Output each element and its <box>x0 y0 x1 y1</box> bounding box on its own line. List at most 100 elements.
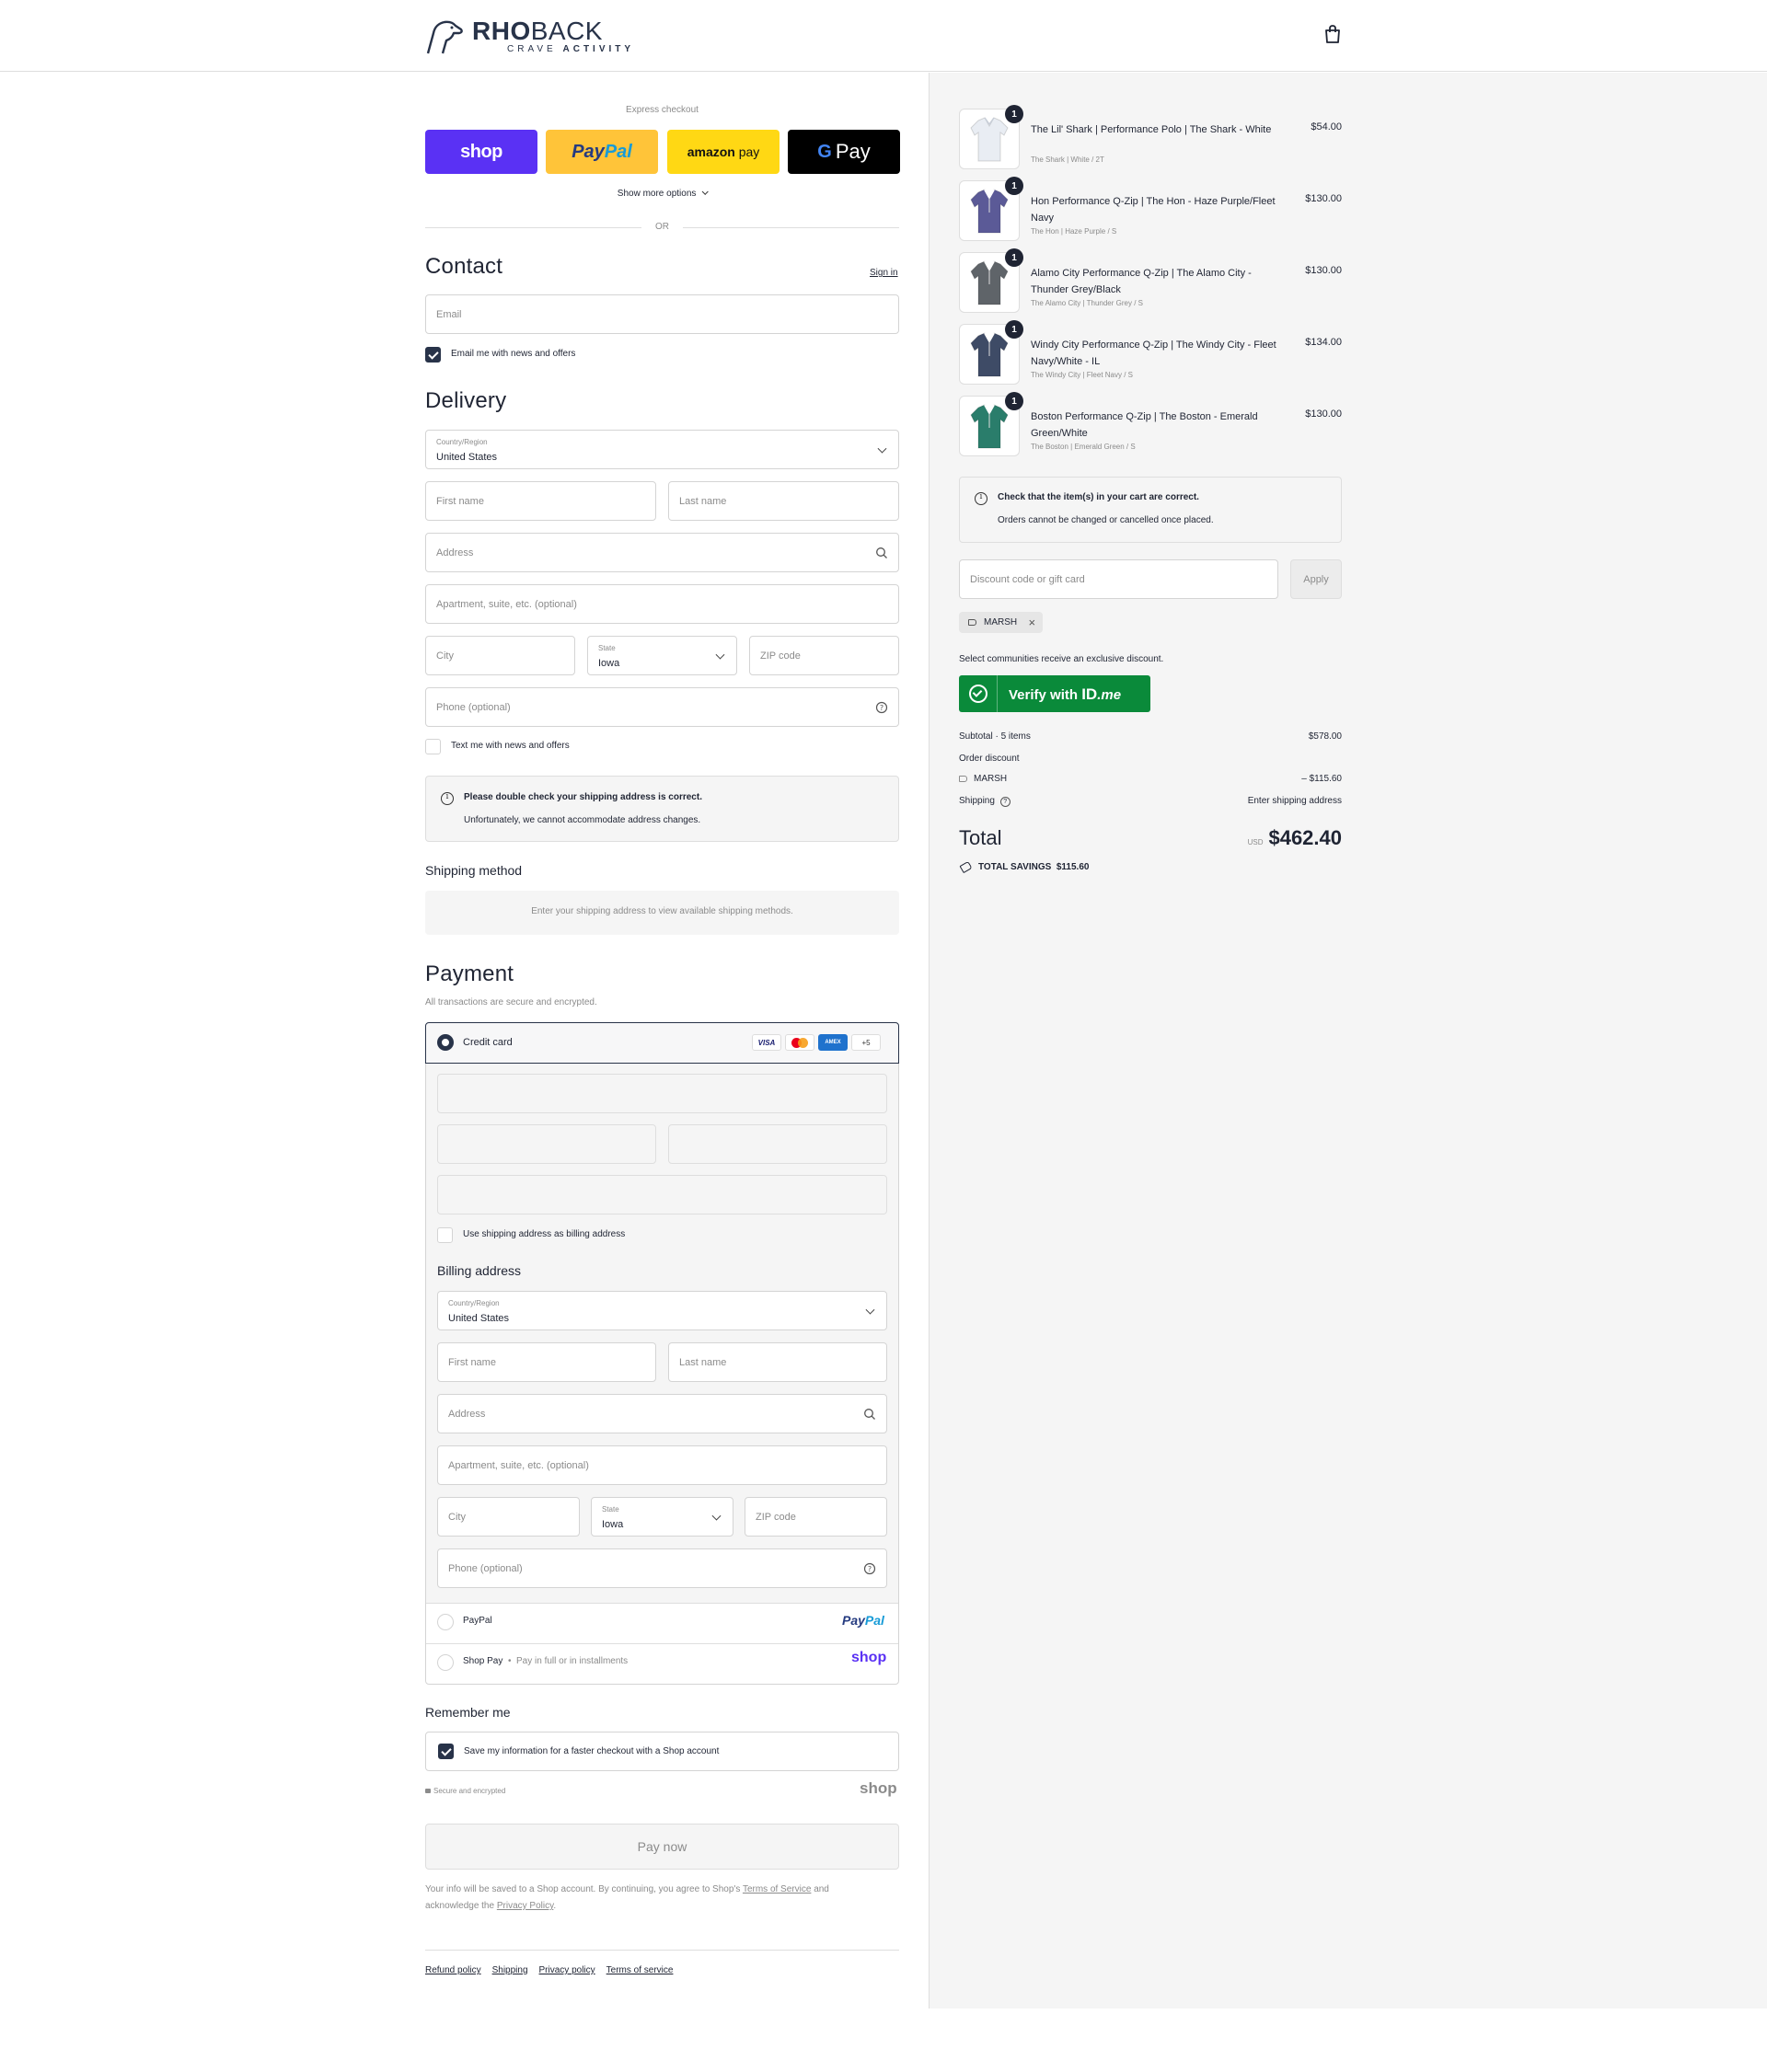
billing-zip-field[interactable]: ZIP code <box>745 1497 887 1537</box>
phone-field[interactable]: Phone (optional) ? <box>425 687 899 727</box>
billing-country-select[interactable]: Country/Region United States <box>437 1291 887 1330</box>
paypal-option[interactable] <box>426 1603 898 1643</box>
close-icon[interactable]: × <box>1029 612 1036 633</box>
secure-encrypted-note: Secure and encrypted <box>425 1787 505 1795</box>
pay-now-button[interactable]: Pay now <box>425 1824 899 1870</box>
or-divider-label: OR <box>655 222 669 232</box>
item-variant: The Boston | Emerald Green / S <box>1031 443 1136 451</box>
info-icon <box>975 492 987 505</box>
show-more-options[interactable]: Show more options <box>425 188 899 199</box>
zip-field[interactable]: ZIP code <box>749 636 899 675</box>
terms-link[interactable]: Terms of Service <box>743 1884 811 1894</box>
divider <box>425 1950 899 1951</box>
item-title: The Lil' Shark | Performance Polo | The … <box>1031 124 1272 135</box>
privacy-policy-link[interactable]: Privacy policy <box>539 1965 595 1975</box>
privacy-link[interactable]: Privacy Policy <box>497 1901 554 1911</box>
first-name-field[interactable]: First name <box>425 481 656 521</box>
billing-address-title: Billing address <box>437 1263 522 1278</box>
payment-subtitle: All transactions are secure and encrypte… <box>425 997 597 1007</box>
state-select[interactable]: State Iowa <box>587 636 737 675</box>
total-value: USD $462.40 <box>1247 826 1342 849</box>
delivery-title: Delivery <box>425 388 507 413</box>
google-pay-button[interactable]: G Pay <box>788 130 900 174</box>
shop-pay-radio[interactable] <box>437 1654 454 1671</box>
mastercard-icon <box>785 1034 814 1051</box>
legal-text: Your info will be saved to a Shop accoun… <box>425 1884 829 1911</box>
shop-pay-button[interactable]: shop <box>425 130 537 174</box>
brand-name: RHOBACK <box>472 16 603 45</box>
item-price: $130.00 <box>1305 193 1342 204</box>
help-icon[interactable]: ? <box>875 701 888 714</box>
billing-apartment-field[interactable]: Apartment, suite, etc. (optional) <box>437 1445 887 1485</box>
subtotal-value: $578.00 <box>1308 731 1342 742</box>
address-field[interactable]: Address <box>425 533 899 572</box>
chevron-down-icon <box>877 443 887 454</box>
email-field[interactable]: Email <box>425 294 899 334</box>
billing-state-select[interactable]: State Iowa <box>591 1497 733 1537</box>
amex-icon: AMEX <box>818 1034 848 1051</box>
card-cvv-field[interactable] <box>668 1124 887 1164</box>
amazon-pay-button[interactable]: amazon pay <box>667 130 780 174</box>
sms-news-checkbox[interactable] <box>425 739 441 754</box>
chevron-down-icon <box>715 650 725 660</box>
header: RHOBACK CRAVE ACTIVITY <box>0 0 1767 72</box>
card-name-field[interactable] <box>437 1175 887 1214</box>
tag-icon <box>959 776 967 782</box>
billing-city-field[interactable]: City <box>437 1497 580 1537</box>
item-price: $130.00 <box>1305 409 1342 420</box>
help-icon[interactable]: ? <box>863 1562 876 1575</box>
brand-logo[interactable]: RHOBACK CRAVE ACTIVITY <box>424 17 634 55</box>
tag-icon <box>968 619 976 626</box>
express-checkout-label: Express checkout <box>626 105 699 115</box>
total-label: Total <box>959 826 1002 849</box>
address-notice-body: Unfortunately, we cannot accommodate add… <box>464 815 701 825</box>
item-price: $134.00 <box>1305 337 1342 348</box>
divider <box>683 227 899 228</box>
cart-notice-body: Orders cannot be changed or cancelled on… <box>998 515 1214 525</box>
visa-icon: VISA <box>752 1034 781 1051</box>
address-notice: Please double check your shipping addres… <box>425 776 899 842</box>
save-info-checkbox[interactable] <box>438 1744 454 1759</box>
card-expiry-field[interactable] <box>437 1124 656 1164</box>
billing-address-field[interactable]: Address <box>437 1394 887 1433</box>
last-name-field[interactable]: Last name <box>668 481 899 521</box>
address-notice-title: Please double check your shipping addres… <box>464 792 702 802</box>
card-number-field[interactable] <box>437 1074 887 1113</box>
save-info-label: Save my information for a faster checkou… <box>464 1746 720 1756</box>
shop-logo: shop <box>851 1650 887 1665</box>
paypal-button[interactable]: PayPal <box>546 130 658 174</box>
sign-in-link[interactable]: Sign in <box>870 268 898 278</box>
credit-card-radio[interactable] <box>437 1034 454 1051</box>
shipping-policy-link[interactable]: Shipping <box>492 1965 528 1975</box>
search-icon <box>864 1408 875 1420</box>
shopping-bag-icon[interactable] <box>1323 24 1342 44</box>
credit-card-label: Credit card <box>463 1037 513 1048</box>
verify-idme-button[interactable]: Verify with ID.me <box>959 675 1150 712</box>
quantity-badge: 1 <box>1005 105 1023 123</box>
apartment-field[interactable]: Apartment, suite, etc. (optional) <box>425 584 899 624</box>
contact-title: Contact <box>425 254 503 279</box>
billing-last-name-field[interactable]: Last name <box>668 1342 887 1382</box>
divider <box>425 227 641 228</box>
use-shipping-address-checkbox[interactable] <box>437 1227 453 1243</box>
footer-links: Refund policy Shipping Privacy policy Te… <box>425 1965 673 1975</box>
paypal-radio[interactable] <box>437 1614 454 1630</box>
shipping-method-empty: Enter your shipping address to view avai… <box>425 891 899 935</box>
chevron-down-icon <box>865 1305 875 1315</box>
help-icon[interactable]: ? <box>999 797 1011 807</box>
city-field[interactable]: City <box>425 636 575 675</box>
item-price: $130.00 <box>1305 265 1342 276</box>
discount-value: – $115.60 <box>1301 774 1342 784</box>
apply-button[interactable]: Apply <box>1290 559 1342 599</box>
email-news-checkbox[interactable] <box>425 347 441 363</box>
refund-policy-link[interactable]: Refund policy <box>425 1965 481 1975</box>
discount-code-field[interactable]: Discount code or gift card <box>959 559 1278 599</box>
chevron-down-icon <box>701 188 709 195</box>
payment-title: Payment <box>425 961 514 986</box>
subtotal-label: Subtotal · 5 items <box>959 731 1031 742</box>
terms-of-service-link[interactable]: Terms of service <box>606 1965 674 1975</box>
billing-first-name-field[interactable]: First name <box>437 1342 656 1382</box>
country-select[interactable]: Country/Region United States <box>425 430 899 469</box>
dog-logo-icon <box>426 20 463 54</box>
billing-phone-field[interactable]: Phone (optional) ? <box>437 1548 887 1588</box>
